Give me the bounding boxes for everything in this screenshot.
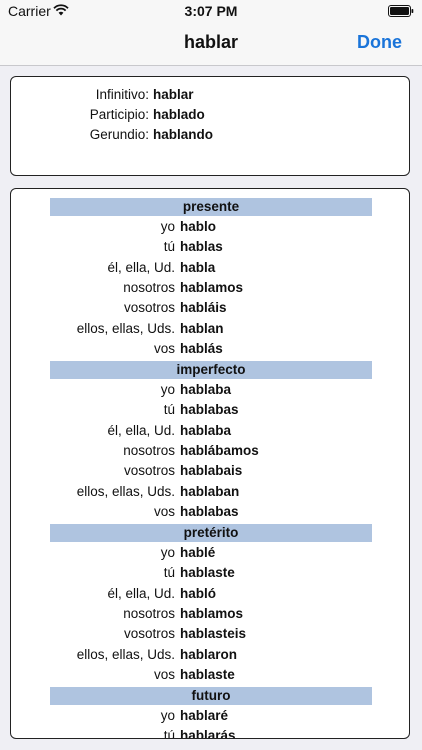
navigation-bar: hablar Done (0, 22, 422, 66)
table-row: nosotros hablamos (11, 278, 409, 298)
table-row: yo hablé (11, 543, 409, 563)
tense-header-imperfecto: imperfecto (50, 361, 372, 379)
table-row: ellos, ellas, Uds. hablaban (11, 482, 409, 502)
verb-form: hablamos (180, 280, 244, 295)
form-row-gerund: Gerundio: hablando (11, 125, 409, 145)
verb-form: hablabas (180, 504, 239, 519)
verb-form: hablabais (180, 463, 243, 478)
pronoun: vosotros (123, 626, 175, 641)
pronoun: vosotros (123, 300, 175, 315)
table-row: vos hablás (11, 339, 409, 359)
verb-form: habló (180, 586, 216, 601)
tense-header-presente: presente (50, 198, 372, 216)
pronoun: tú (163, 728, 175, 739)
table-row: él, ella, Ud. habló (11, 584, 409, 604)
status-bar: Carrier 3:07 PM (0, 0, 422, 22)
table-row: nosotros hablamos (11, 604, 409, 624)
table-row: yo hablaba (11, 380, 409, 400)
form-value: hablando (153, 127, 213, 142)
verb-form: hablaban (180, 484, 240, 499)
verb-form: hablaba (180, 423, 232, 438)
table-row: nosotros hablábamos (11, 441, 409, 461)
verb-forms-panel: Infinitivo: hablar Participio: hablado G… (10, 76, 410, 176)
pronoun: vosotros (123, 463, 175, 478)
table-row: tú hablarás (11, 726, 409, 739)
pronoun: vos (153, 341, 175, 356)
pronoun: nosotros (123, 443, 175, 458)
pronoun: tú (163, 402, 175, 417)
pronoun: ellos, ellas, Uds. (76, 647, 175, 662)
verb-form: hablaste (180, 565, 235, 580)
pronoun: yo (160, 545, 175, 560)
table-row: tú hablas (11, 237, 409, 257)
verb-form: habla (180, 260, 216, 275)
verb-form: habláis (180, 300, 227, 315)
table-row: ellos, ellas, Uds. hablaron (11, 645, 409, 665)
done-button[interactable]: Done (357, 32, 402, 53)
pronoun: nosotros (123, 280, 175, 295)
pronoun: tú (163, 565, 175, 580)
pronoun: ellos, ellas, Uds. (76, 484, 175, 499)
verb-form: hablaba (180, 382, 232, 397)
table-row: yo hablaré (11, 706, 409, 726)
pronoun: yo (160, 219, 175, 234)
pronoun: él, ella, Ud. (107, 423, 175, 438)
table-row: tú hablaste (11, 563, 409, 583)
verb-form: hablamos (180, 606, 244, 621)
pronoun: tú (163, 239, 175, 254)
table-row: tú hablabas (11, 400, 409, 420)
pronoun: vos (153, 504, 175, 519)
tense-header-preterito: pretérito (50, 524, 372, 542)
pronoun: nosotros (123, 606, 175, 621)
form-label: Infinitivo: (95, 87, 149, 102)
pronoun: él, ella, Ud. (107, 586, 175, 601)
table-row: vosotros hablasteis (11, 624, 409, 644)
pronoun: él, ella, Ud. (107, 260, 175, 275)
battery-icon (388, 5, 414, 17)
verb-form: hablaré (180, 708, 229, 723)
table-row: él, ella, Ud. habla (11, 258, 409, 278)
verb-form: hablo (180, 219, 216, 234)
pronoun: vos (153, 667, 175, 682)
verb-form: hablábamos (180, 443, 259, 458)
verb-form: hablan (180, 321, 224, 336)
table-row: yo hablo (11, 217, 409, 237)
form-label: Participio: (89, 107, 149, 122)
tense-header-futuro: futuro (50, 687, 372, 705)
pronoun: yo (160, 382, 175, 397)
table-row: vosotros habláis (11, 298, 409, 318)
table-row: él, ella, Ud. hablaba (11, 421, 409, 441)
verb-form: hablabas (180, 402, 239, 417)
form-row-infinitive: Infinitivo: hablar (11, 85, 409, 105)
form-value: hablar (153, 87, 194, 102)
form-value: hablado (153, 107, 205, 122)
pronoun: ellos, ellas, Uds. (76, 321, 175, 336)
table-row: vosotros hablabais (11, 461, 409, 481)
verb-form: hablas (180, 239, 223, 254)
table-row: ellos, ellas, Uds. hablan (11, 319, 409, 339)
verb-form: hablás (180, 341, 223, 356)
conjugation-table[interactable]: presente yo hablo tú hablas él, ella, Ud. h… (10, 188, 410, 739)
form-label: Gerundio: (89, 127, 149, 142)
status-time: 3:07 PM (184, 3, 238, 19)
table-row: vos hablaste (11, 665, 409, 685)
table-row: vos hablabas (11, 502, 409, 522)
verb-form: hablasteis (180, 626, 247, 641)
pronoun: yo (160, 708, 175, 723)
verb-form: hablaste (180, 667, 235, 682)
verb-form: hablaron (180, 647, 238, 662)
verb-form: hablarás (180, 728, 236, 739)
form-row-participle: Participio: hablado (11, 105, 409, 125)
verb-form: hablé (180, 545, 216, 560)
